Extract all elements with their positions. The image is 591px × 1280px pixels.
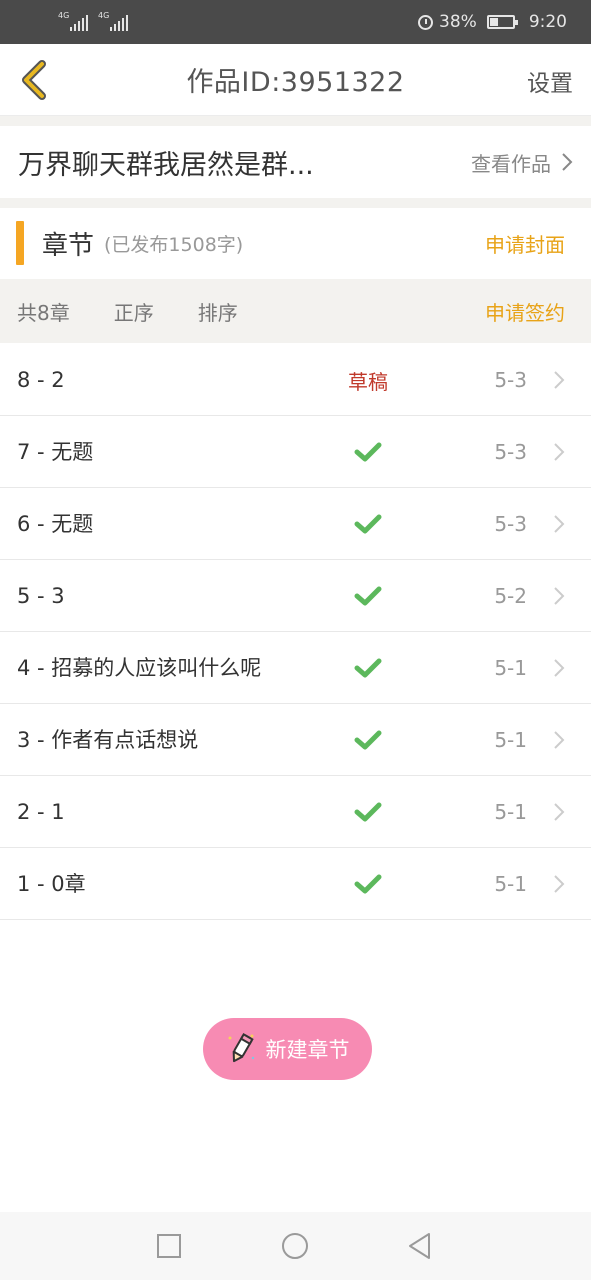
chevron-right-icon [553, 442, 565, 466]
chapter-date: 5-1 [494, 872, 527, 896]
chevron-right-icon [553, 658, 565, 682]
published-check-icon [330, 776, 406, 848]
back-nav-button[interactable] [406, 1232, 434, 1260]
draft-label: 草稿 [348, 369, 388, 394]
apply-sign-button[interactable]: 申请签约 [485, 297, 565, 326]
chapter-date: 5-1 [494, 800, 527, 824]
system-nav-bar [0, 1212, 591, 1280]
chapter-label: 章节 [42, 230, 95, 261]
chevron-right-icon [553, 586, 565, 610]
battery-icon [486, 15, 518, 29]
chapter-date: 5-1 [494, 656, 527, 680]
chapter-date: 5-1 [494, 728, 527, 752]
published-check-icon [330, 416, 406, 488]
chevron-right-icon [553, 802, 565, 826]
chapter-row[interactable]: 8 - 2 草稿 5-3 [0, 344, 591, 416]
apply-cover-button[interactable]: 申请封面 [485, 229, 565, 258]
chevron-right-icon [553, 730, 565, 754]
divider [0, 198, 591, 208]
published-count: (已发布1508字) [104, 233, 244, 256]
divider [0, 116, 591, 126]
chapter-row[interactable]: 3 - 作者有点话想说 5-1 [0, 704, 591, 776]
chevron-left-icon [22, 60, 46, 100]
square-icon [157, 1234, 181, 1258]
chapter-title: 8 - 2 [17, 368, 65, 392]
chevron-right-icon [562, 153, 573, 171]
settings-button[interactable]: 设置 [527, 64, 573, 98]
chevron-right-icon [553, 370, 565, 394]
battery-percent: 38% [439, 12, 477, 32]
signal-group: 4G 4G [58, 11, 128, 31]
accent-bar [16, 221, 24, 265]
new-chapter-label: 新建章节 [265, 1038, 350, 1062]
chapter-date: 5-2 [494, 584, 527, 608]
back-button[interactable] [10, 54, 60, 106]
published-check-icon [330, 488, 406, 560]
new-chapter-button[interactable]: 新建章节 [203, 1018, 372, 1080]
chapter-title: 7 - 无题 [17, 440, 94, 464]
view-work-link[interactable]: 查看作品 [471, 148, 573, 177]
signal-icon: 4G [58, 11, 88, 31]
status-bar: 4G 4G 38% 9:20 [0, 0, 591, 44]
chapter-title: 4 - 招募的人应该叫什么呢 [17, 656, 262, 680]
view-work-label: 查看作品 [471, 151, 551, 176]
chapter-section-header: 章节 (已发布1508字) 申请封面 [0, 208, 591, 278]
app-header: 作品ID:3951322 设置 [0, 44, 591, 116]
order-button[interactable]: 正序 [114, 297, 154, 326]
chapter-title: 1 - 0章 [17, 872, 86, 896]
alarm-icon [418, 14, 434, 30]
status-right: 38% 9:20 [418, 12, 567, 32]
chapter-row[interactable]: 4 - 招募的人应该叫什么呢 5-1 [0, 632, 591, 704]
work-row[interactable]: 万界聊天群我居然是群... 查看作品 [0, 126, 591, 198]
chapter-count: 共8章 [17, 300, 70, 325]
chapter-title: 3 - 作者有点话想说 [17, 728, 199, 752]
published-check-icon [330, 848, 406, 920]
sort-button[interactable]: 排序 [198, 297, 238, 326]
home-button[interactable] [281, 1232, 309, 1260]
published-check-icon [330, 560, 406, 632]
chevron-right-icon [553, 514, 565, 538]
chapter-title: 5 - 3 [17, 584, 65, 608]
draft-status: 草稿 [330, 344, 406, 416]
chapter-date: 5-3 [494, 512, 527, 536]
chapter-row[interactable]: 5 - 3 5-2 [0, 560, 591, 632]
chapter-row[interactable]: 7 - 无题 5-3 [0, 416, 591, 488]
published-check-icon [330, 632, 406, 704]
chapter-toolbar: 共8章 正序 排序 申请签约 [0, 279, 591, 343]
chapter-date: 5-3 [494, 440, 527, 464]
chapter-list: 8 - 2 草稿 5-3 7 - 无题 5-3 6 - 无题 5-3 5 - 3 5-2 4 - … [0, 344, 591, 920]
published-check-icon [330, 704, 406, 776]
clock: 9:20 [528, 12, 567, 32]
recent-apps-button[interactable] [155, 1232, 183, 1260]
chapter-date: 5-3 [494, 368, 527, 392]
chapter-title: 6 - 无题 [17, 512, 94, 536]
work-title: 万界聊天群我居然是群... [18, 149, 314, 181]
pencil-icon [228, 1033, 254, 1063]
chapter-row[interactable]: 1 - 0章 5-1 [0, 848, 591, 920]
chapter-row[interactable]: 6 - 无题 5-3 [0, 488, 591, 560]
triangle-back-icon [409, 1233, 430, 1259]
page-title: 作品ID:3951322 [186, 67, 405, 98]
chapter-row[interactable]: 2 - 1 5-1 [0, 776, 591, 848]
chapter-title: 2 - 1 [17, 800, 65, 824]
circle-icon [282, 1233, 308, 1259]
chevron-right-icon [553, 874, 565, 898]
signal-icon: 4G [98, 11, 128, 31]
